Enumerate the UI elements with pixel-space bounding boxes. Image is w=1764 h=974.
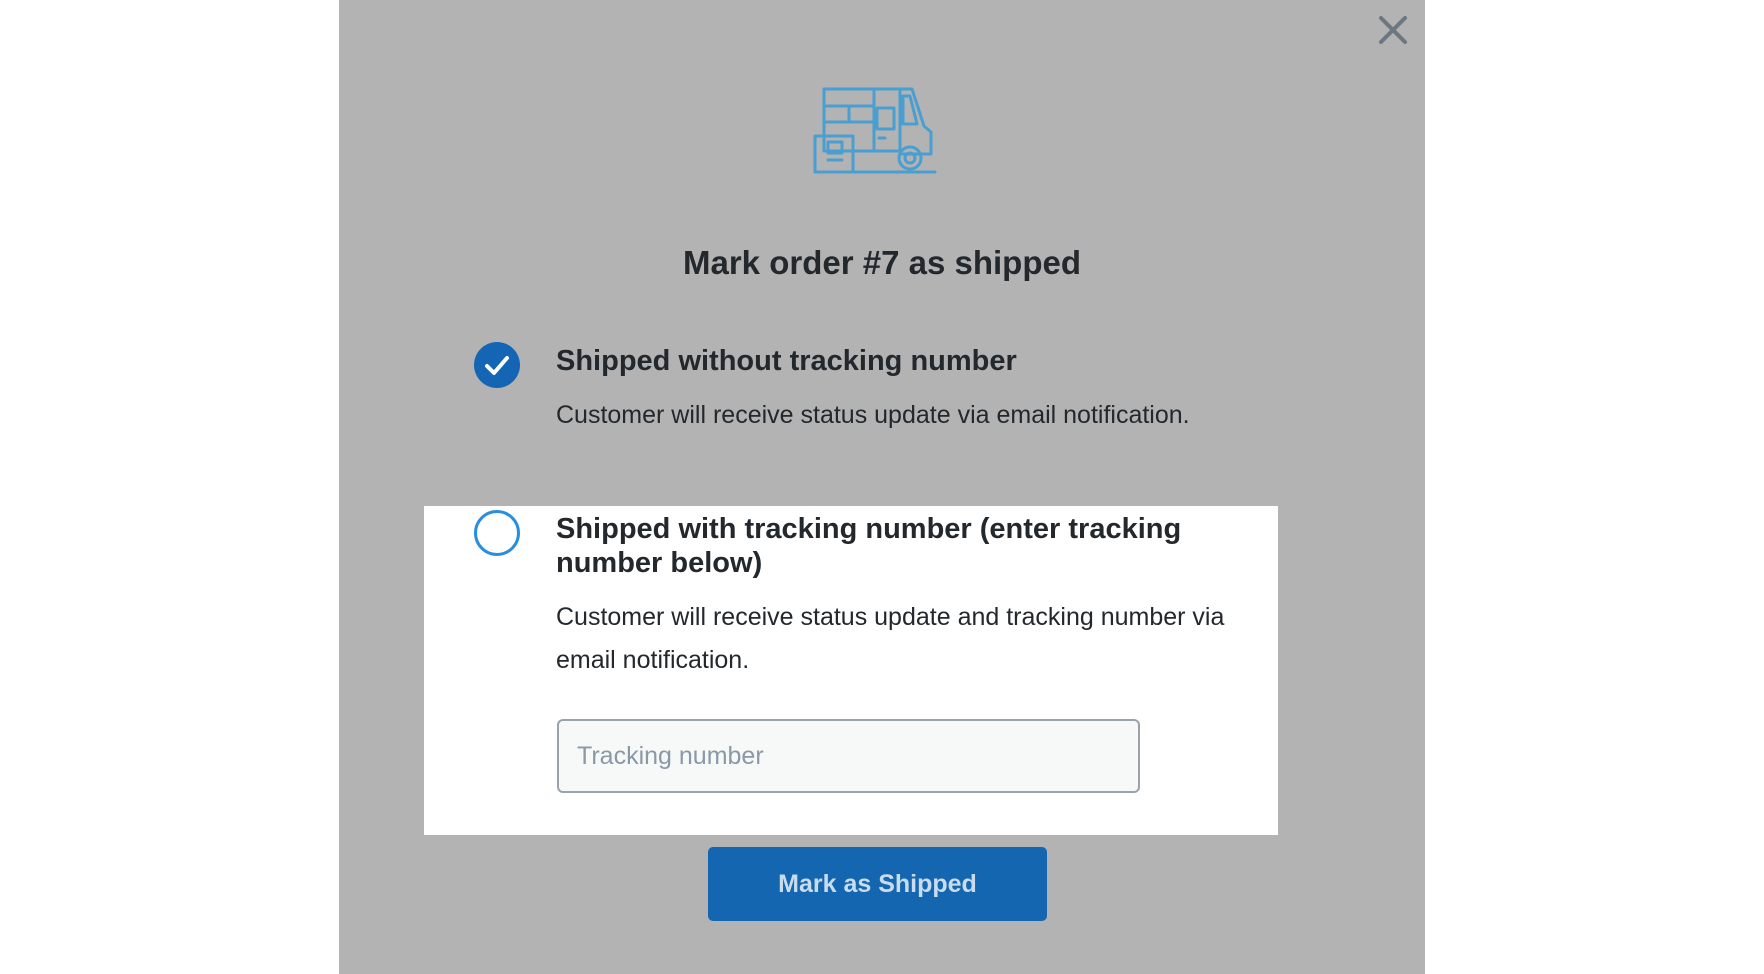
option-without-tracking-title[interactable]: Shipped without tracking number	[556, 344, 1276, 378]
option-with-tracking-description: Customer will receive status update and …	[556, 603, 1225, 674]
delivery-truck-icon	[813, 84, 937, 176]
option-without-tracking-description: Customer will receive status update via …	[556, 401, 1190, 429]
option-without-tracking-radio[interactable]	[474, 342, 520, 388]
option-with-tracking-radio[interactable]	[474, 510, 520, 556]
option-with-tracking-title[interactable]: Shipped with tracking number (enter trac…	[556, 512, 1256, 580]
tracking-number-input[interactable]	[557, 719, 1140, 793]
close-icon[interactable]	[1373, 10, 1413, 50]
modal-title: Mark order #7 as shipped	[683, 244, 1081, 281]
mark-as-shipped-button[interactable]: Mark as Shipped	[708, 847, 1047, 921]
